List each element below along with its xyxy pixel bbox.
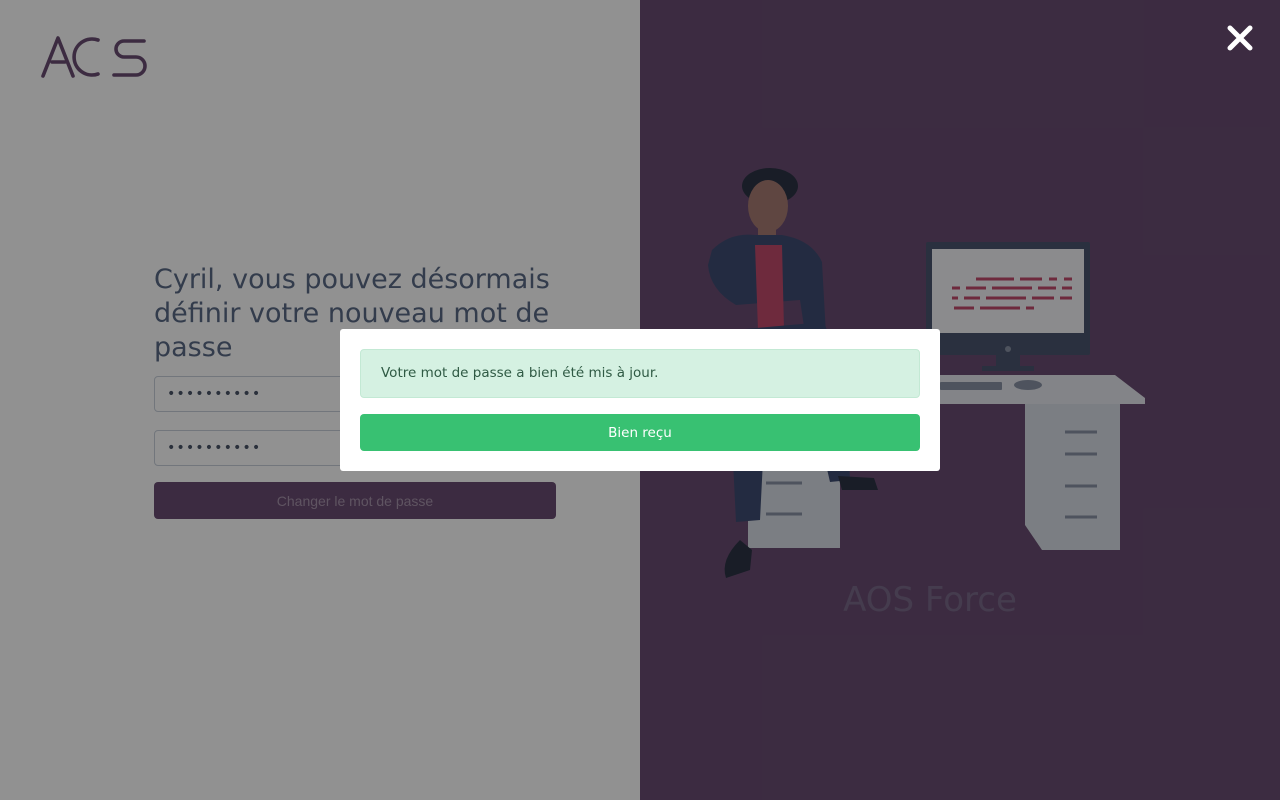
confirmation-modal: Votre mot de passe a bien été mis à jour…: [340, 329, 940, 471]
success-alert: Votre mot de passe a bien été mis à jour…: [360, 349, 920, 398]
page: Cyril, vous pouvez désormais définir vot…: [0, 0, 1280, 800]
acknowledge-button[interactable]: Bien reçu: [360, 414, 920, 451]
close-icon[interactable]: [1222, 20, 1258, 56]
